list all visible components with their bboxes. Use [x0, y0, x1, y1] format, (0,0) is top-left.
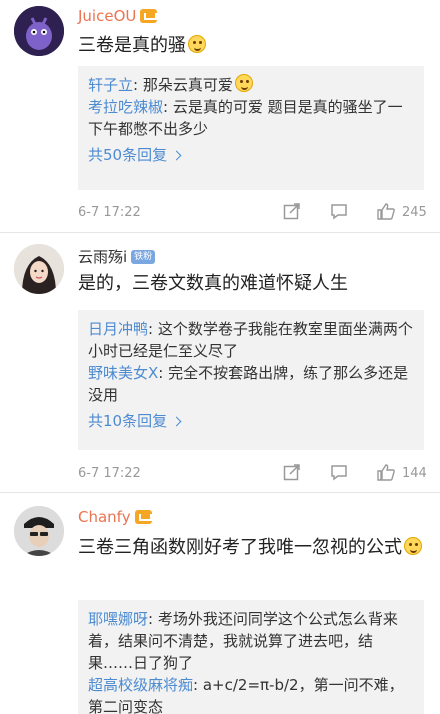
vip-icon [140, 9, 158, 23]
like-count: 144 [402, 466, 427, 481]
username-text[interactable]: JuiceOU [78, 7, 136, 25]
comment-text: 三卷是真的骚 [78, 32, 206, 60]
reply-item[interactable]: 轩子立: 那朵云真可爱 [88, 74, 414, 96]
like-count: 245 [402, 205, 427, 220]
divider [0, 232, 440, 233]
comment-body: 三卷是真的骚 [78, 35, 186, 56]
reply-item[interactable]: 考拉吃辣椒: 云是真的可爱 题目是真的骚坐了一下午都憋不出多少 [88, 96, 414, 140]
share-icon[interactable] [283, 202, 301, 224]
comment-body: 是的，三卷文数真的难道怀疑人生 [78, 273, 348, 294]
smile-emoji-icon [188, 35, 206, 53]
username[interactable]: Chanfy [78, 508, 152, 526]
reply-username[interactable]: 日月冲鸭 [88, 320, 148, 338]
more-replies-label[interactable]: 共10条回复 [88, 412, 167, 430]
reply-username[interactable]: 轩子立 [88, 76, 133, 94]
reply-item[interactable]: 超高校级麻将痴: a+c/2=π-b/2，第一问不难，第二问变态 [88, 674, 414, 714]
avatar[interactable] [14, 6, 64, 56]
fan-badge: 铁粉 [131, 249, 156, 264]
reply-box[interactable]: 日月冲鸭: 这个数学卷子我能在教室里面坐满两个小时已经是仁至义尽了 野味美女X:… [78, 310, 424, 450]
avatar[interactable] [14, 244, 64, 294]
divider [0, 492, 440, 493]
reply-box[interactable]: 耶嘿娜呀: 考场外我还问同学这个公式怎么背来着，结果问不清楚，我就说算了进去吧，… [78, 600, 424, 714]
timestamp: 6-7 17:22 [78, 205, 141, 220]
reply-username[interactable]: 野味美女X [88, 364, 158, 382]
like-icon[interactable] [376, 463, 396, 485]
reply-username[interactable]: 耶嘿娜呀 [88, 610, 148, 628]
comment-body: 三卷三角函数刚好考了我唯一忽视的公式 [78, 537, 402, 558]
more-replies-link[interactable]: 共50条回复 [88, 144, 414, 166]
vip-icon [134, 510, 152, 524]
reply-username[interactable]: 超高校级麻将痴 [88, 676, 193, 694]
chevron-right-icon [171, 416, 182, 427]
comment-icon[interactable] [330, 202, 348, 224]
avatar[interactable] [14, 506, 64, 556]
reply-item[interactable]: 野味美女X: 完全不按套路出牌，练了那么多还是没用 [88, 362, 414, 406]
more-replies-link[interactable]: 共10条回复 [88, 410, 414, 432]
smile-emoji-icon [404, 537, 422, 555]
username-text[interactable]: 云雨殇i [78, 246, 127, 267]
username-text[interactable]: Chanfy [78, 508, 131, 526]
comment-text: 是的，三卷文数真的难道怀疑人生 [78, 270, 348, 298]
share-icon[interactable] [283, 463, 301, 485]
reply-item[interactable]: 耶嘿娜呀: 考场外我还问同学这个公式怎么背来着，结果问不清楚，我就说算了进去吧，… [88, 608, 414, 674]
laugh-emoji-icon [234, 74, 253, 92]
username[interactable]: JuiceOU [78, 7, 158, 25]
timestamp: 6-7 17:22 [78, 466, 141, 481]
like-icon[interactable] [376, 202, 396, 224]
reply-item[interactable]: 日月冲鸭: 这个数学卷子我能在教室里面坐满两个小时已经是仁至义尽了 [88, 318, 414, 362]
more-replies-label[interactable]: 共50条回复 [88, 146, 167, 164]
reply-text: 那朵云真可爱 [142, 76, 233, 94]
username[interactable]: 云雨殇i 铁粉 [78, 246, 156, 267]
reply-username[interactable]: 考拉吃辣椒 [88, 98, 163, 116]
comment-icon[interactable] [330, 463, 348, 485]
reply-box[interactable]: 轩子立: 那朵云真可爱 考拉吃辣椒: 云是真的可爱 题目是真的骚坐了一下午都憋不… [78, 66, 424, 190]
comment-text: 三卷三角函数刚好考了我唯一忽视的公式 [78, 534, 428, 562]
chevron-right-icon [171, 150, 182, 161]
